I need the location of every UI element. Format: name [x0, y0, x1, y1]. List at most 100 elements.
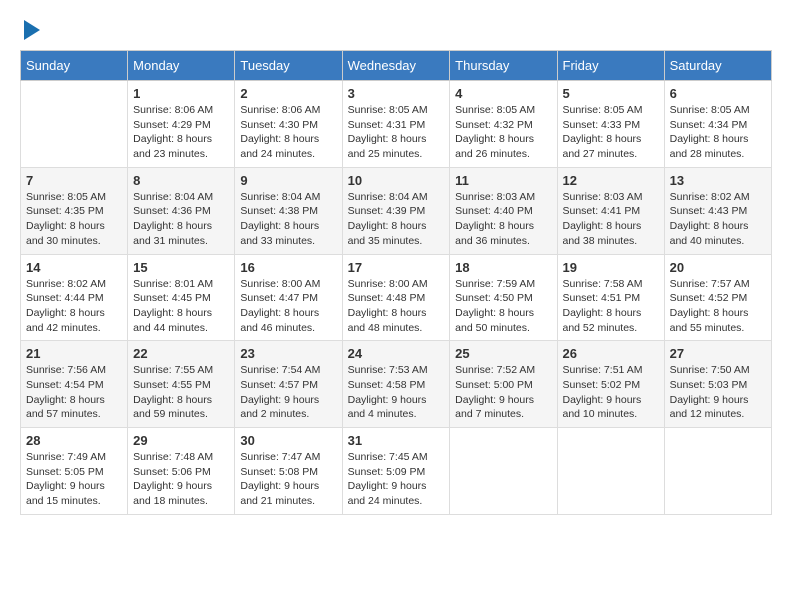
- day-info: Sunrise: 7:51 AMSunset: 5:02 PMDaylight:…: [563, 363, 659, 422]
- day-number: 14: [26, 260, 122, 275]
- calendar-cell: 25 Sunrise: 7:52 AMSunset: 5:00 PMDayligh…: [450, 341, 557, 428]
- day-number: 24: [348, 346, 445, 361]
- day-info: Sunrise: 7:56 AMSunset: 4:54 PMDaylight:…: [26, 363, 122, 422]
- calendar-cell: 26 Sunrise: 7:51 AMSunset: 5:02 PMDayligh…: [557, 341, 664, 428]
- calendar-week-row: 21Sunrise: 7:56 AMSunset: 4:54 PMDayligh…: [21, 341, 772, 428]
- day-of-week-header: Thursday: [450, 51, 557, 81]
- day-number: 6: [670, 86, 766, 101]
- calendar-cell: 10 Sunrise: 8:04 AMSunset: 4:39 PMDayligh…: [342, 167, 450, 254]
- calendar-cell: 11 Sunrise: 8:03 AMSunset: 4:40 PMDayligh…: [450, 167, 557, 254]
- calendar-cell: 20Sunrise: 7:57 AMSunset: 4:52 PMDayligh…: [664, 254, 771, 341]
- day-number: 30: [240, 433, 336, 448]
- day-number: 12: [563, 173, 659, 188]
- day-number: 25: [455, 346, 551, 361]
- calendar-header-row: SundayMondayTuesdayWednesdayThursdayFrid…: [21, 51, 772, 81]
- day-info: Sunrise: 7:49 AMSunset: 5:05 PMDaylight:…: [26, 450, 122, 509]
- day-number: 13: [670, 173, 766, 188]
- calendar-cell: 4Sunrise: 8:05 AMSunset: 4:32 PMDaylight…: [450, 81, 557, 168]
- calendar-cell: 23 Sunrise: 7:54 AMSunset: 4:57 PMDayligh…: [235, 341, 342, 428]
- calendar-cell: 3 Sunrise: 8:05 AMSunset: 4:31 PMDaylight…: [342, 81, 450, 168]
- calendar-cell: 17 Sunrise: 8:00 AMSunset: 4:48 PMDayligh…: [342, 254, 450, 341]
- day-info: Sunrise: 8:02 AMSunset: 4:43 PMDaylight:…: [670, 190, 766, 249]
- calendar-week-row: 7 Sunrise: 8:05 AMSunset: 4:35 PMDaylight…: [21, 167, 772, 254]
- calendar-cell: 15 Sunrise: 8:01 AMSunset: 4:45 PMDayligh…: [128, 254, 235, 341]
- day-number: 31: [348, 433, 445, 448]
- calendar-cell: 9Sunrise: 8:04 AMSunset: 4:38 PMDaylight…: [235, 167, 342, 254]
- day-number: 15: [133, 260, 229, 275]
- calendar-cell: 6Sunrise: 8:05 AMSunset: 4:34 PMDaylight…: [664, 81, 771, 168]
- calendar-week-row: 14 Sunrise: 8:02 AMSunset: 4:44 PMDayligh…: [21, 254, 772, 341]
- day-info: Sunrise: 7:53 AMSunset: 4:58 PMDaylight:…: [348, 363, 445, 422]
- logo: [20, 20, 40, 40]
- day-info: Sunrise: 8:03 AMSunset: 4:41 PMDaylight:…: [563, 190, 659, 249]
- day-of-week-header: Friday: [557, 51, 664, 81]
- day-number: 19: [563, 260, 659, 275]
- day-number: 8: [133, 173, 229, 188]
- calendar-cell: [664, 428, 771, 515]
- day-of-week-header: Saturday: [664, 51, 771, 81]
- calendar-cell: [557, 428, 664, 515]
- day-number: 29: [133, 433, 229, 448]
- day-number: 7: [26, 173, 122, 188]
- day-number: 16: [240, 260, 336, 275]
- calendar-cell: 19 Sunrise: 7:58 AMSunset: 4:51 PMDayligh…: [557, 254, 664, 341]
- calendar-cell: 31 Sunrise: 7:45 AMSunset: 5:09 PMDayligh…: [342, 428, 450, 515]
- day-number: 26: [563, 346, 659, 361]
- day-info: Sunrise: 8:01 AMSunset: 4:45 PMDaylight:…: [133, 277, 229, 336]
- day-number: 9: [240, 173, 336, 188]
- day-of-week-header: Monday: [128, 51, 235, 81]
- calendar-cell: 1Sunrise: 8:06 AMSunset: 4:29 PMDaylight…: [128, 81, 235, 168]
- calendar-cell: 28 Sunrise: 7:49 AMSunset: 5:05 PMDayligh…: [21, 428, 128, 515]
- day-info: Sunrise: 8:05 AMSunset: 4:35 PMDaylight:…: [26, 190, 122, 249]
- day-of-week-header: Sunday: [21, 51, 128, 81]
- calendar-cell: 24 Sunrise: 7:53 AMSunset: 4:58 PMDayligh…: [342, 341, 450, 428]
- day-number: 17: [348, 260, 445, 275]
- day-number: 1: [133, 86, 229, 101]
- calendar-cell: 8 Sunrise: 8:04 AMSunset: 4:36 PMDaylight…: [128, 167, 235, 254]
- day-number: 4: [455, 86, 551, 101]
- day-info: Sunrise: 7:45 AMSunset: 5:09 PMDaylight:…: [348, 450, 445, 509]
- day-number: 28: [26, 433, 122, 448]
- day-info: Sunrise: 7:54 AMSunset: 4:57 PMDaylight:…: [240, 363, 336, 422]
- day-info: Sunrise: 8:05 AMSunset: 4:31 PMDaylight:…: [348, 103, 445, 162]
- calendar-week-row: 1Sunrise: 8:06 AMSunset: 4:29 PMDaylight…: [21, 81, 772, 168]
- day-info: Sunrise: 7:57 AMSunset: 4:52 PMDaylight:…: [670, 277, 766, 336]
- calendar-week-row: 28 Sunrise: 7:49 AMSunset: 5:05 PMDayligh…: [21, 428, 772, 515]
- day-info: Sunrise: 7:50 AMSunset: 5:03 PMDaylight:…: [670, 363, 766, 422]
- calendar-cell: 18 Sunrise: 7:59 AMSunset: 4:50 PMDayligh…: [450, 254, 557, 341]
- day-info: Sunrise: 8:06 AMSunset: 4:30 PMDaylight:…: [240, 103, 336, 162]
- day-info: Sunrise: 7:58 AMSunset: 4:51 PMDaylight:…: [563, 277, 659, 336]
- day-number: 10: [348, 173, 445, 188]
- day-info: Sunrise: 8:00 AMSunset: 4:47 PMDaylight:…: [240, 277, 336, 336]
- calendar-cell: 12 Sunrise: 8:03 AMSunset: 4:41 PMDayligh…: [557, 167, 664, 254]
- calendar-cell: 16 Sunrise: 8:00 AMSunset: 4:47 PMDayligh…: [235, 254, 342, 341]
- day-number: 23: [240, 346, 336, 361]
- day-number: 22: [133, 346, 229, 361]
- day-info: Sunrise: 8:05 AMSunset: 4:33 PMDaylight:…: [563, 103, 659, 162]
- day-info: Sunrise: 8:02 AMSunset: 4:44 PMDaylight:…: [26, 277, 122, 336]
- day-info: Sunrise: 7:47 AMSunset: 5:08 PMDaylight:…: [240, 450, 336, 509]
- calendar-table: SundayMondayTuesdayWednesdayThursdayFrid…: [20, 50, 772, 515]
- day-info: Sunrise: 8:00 AMSunset: 4:48 PMDaylight:…: [348, 277, 445, 336]
- day-info: Sunrise: 7:55 AMSunset: 4:55 PMDaylight:…: [133, 363, 229, 422]
- day-info: Sunrise: 8:04 AMSunset: 4:36 PMDaylight:…: [133, 190, 229, 249]
- day-of-week-header: Wednesday: [342, 51, 450, 81]
- day-number: 18: [455, 260, 551, 275]
- day-number: 3: [348, 86, 445, 101]
- day-number: 2: [240, 86, 336, 101]
- calendar-cell: 7 Sunrise: 8:05 AMSunset: 4:35 PMDaylight…: [21, 167, 128, 254]
- calendar-cell: 30 Sunrise: 7:47 AMSunset: 5:08 PMDayligh…: [235, 428, 342, 515]
- day-info: Sunrise: 8:03 AMSunset: 4:40 PMDaylight:…: [455, 190, 551, 249]
- day-info: Sunrise: 8:04 AMSunset: 4:39 PMDaylight:…: [348, 190, 445, 249]
- day-info: Sunrise: 7:52 AMSunset: 5:00 PMDaylight:…: [455, 363, 551, 422]
- calendar-cell: 27Sunrise: 7:50 AMSunset: 5:03 PMDayligh…: [664, 341, 771, 428]
- calendar-cell: 29 Sunrise: 7:48 AMSunset: 5:06 PMDayligh…: [128, 428, 235, 515]
- calendar-cell: 21Sunrise: 7:56 AMSunset: 4:54 PMDayligh…: [21, 341, 128, 428]
- calendar-cell: [21, 81, 128, 168]
- calendar-cell: 5Sunrise: 8:05 AMSunset: 4:33 PMDaylight…: [557, 81, 664, 168]
- day-of-week-header: Tuesday: [235, 51, 342, 81]
- day-info: Sunrise: 7:59 AMSunset: 4:50 PMDaylight:…: [455, 277, 551, 336]
- day-info: Sunrise: 7:48 AMSunset: 5:06 PMDaylight:…: [133, 450, 229, 509]
- calendar-cell: [450, 428, 557, 515]
- day-number: 11: [455, 173, 551, 188]
